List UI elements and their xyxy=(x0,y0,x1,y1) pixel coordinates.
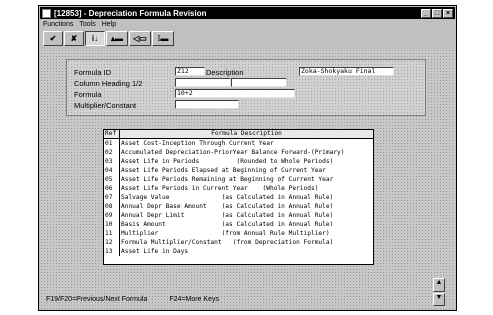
row-ref: 01 xyxy=(104,139,120,148)
multiplier-input[interactable] xyxy=(175,100,239,109)
table-row[interactable]: 06 Asset Life Periods in Current Year (Wh… xyxy=(104,184,373,193)
row-ref: 07 xyxy=(104,193,120,202)
page-up-icon[interactable]: ▲ xyxy=(433,278,445,292)
column-heading-2-input[interactable] xyxy=(231,78,287,87)
grid-header: Ref Formula Description xyxy=(104,130,373,139)
row-description: Basis Amount (as Calculated in Annual Ru… xyxy=(121,221,334,228)
table-row[interactable]: 11 Multiplier (from Annual Rule Multiplie… xyxy=(104,229,373,238)
table-row[interactable]: 13 Asset Life in Days xyxy=(104,247,373,256)
table-row[interactable]: 03 Asset Life in Periods (Rounded to Whol… xyxy=(104,157,373,166)
cancel-x-icon[interactable]: ✘ xyxy=(64,31,84,46)
table-row[interactable]: 10 Basis Amount (as Calculated in Annual … xyxy=(104,220,373,229)
table-row[interactable]: 09 Annual Depr Limit (as Calculated in An… xyxy=(104,211,373,220)
clear-icon[interactable]: ⁞▬ xyxy=(152,31,174,46)
toolbar: ✔ ✘ i↓ ▴▬ ◁▭ ⁞▬ xyxy=(43,31,174,47)
formula-input[interactable]: 10+2 xyxy=(175,89,295,98)
row-description: Asset Life Periods Elapsed at Beginning … xyxy=(121,167,326,174)
row-description: Asset Life Periods Remaining at Beginnin… xyxy=(121,176,334,183)
grid-body: 01 Asset Cost-Inception Through Current Y… xyxy=(104,139,373,256)
app-icon[interactable] xyxy=(42,8,51,18)
row-ref: 05 xyxy=(104,175,120,184)
row-description: Asset Life in Periods (Rounded to Whole … xyxy=(121,158,334,165)
row-ref: 12 xyxy=(104,238,120,247)
description-input[interactable]: Zoka-Shokyaku Final xyxy=(299,67,394,76)
row-ref: 13 xyxy=(104,247,120,256)
menu-functions[interactable]: Functions xyxy=(43,21,73,28)
menu-bar: Functions Tools Help xyxy=(40,19,455,30)
change-icon[interactable]: ◁▭ xyxy=(129,31,151,46)
row-ref: 03 xyxy=(104,157,120,166)
row-ref: 08 xyxy=(104,202,120,211)
table-row[interactable]: 02 Accumulated Depreciation-PriorYear Bal… xyxy=(104,148,373,157)
add-icon[interactable]: ▴▬ xyxy=(106,31,128,46)
table-row[interactable]: 12 Formula Multiplier/Constant (from Depr… xyxy=(104,238,373,247)
table-row[interactable]: 05 Asset Life Periods Remaining at Beginn… xyxy=(104,175,373,184)
row-ref: 04 xyxy=(104,166,120,175)
row-description: Asset Life in Days xyxy=(121,248,189,255)
row-ref: 02 xyxy=(104,148,120,157)
page-scroll: ▲ ▼ xyxy=(433,278,445,306)
table-row[interactable]: 01 Asset Cost-Inception Through Current Y… xyxy=(104,139,373,148)
formula-description-grid: Ref Formula Description 01 Asset Cost-Inc… xyxy=(103,129,374,265)
description-label: Description xyxy=(206,68,244,77)
table-row[interactable]: 04 Asset Life Periods Elapsed at Beginnin… xyxy=(104,166,373,175)
title-bar[interactable]: [12853] - Depreciation Formula Revision … xyxy=(40,7,455,19)
maximize-icon[interactable]: □ xyxy=(432,8,442,18)
page-down-icon[interactable]: ▼ xyxy=(433,292,445,306)
status-bar: F19/F20=Previous/Next Formula F24=More K… xyxy=(44,294,436,305)
row-ref: 09 xyxy=(104,211,120,220)
menu-help[interactable]: Help xyxy=(102,21,116,28)
ok-check-icon[interactable]: ✔ xyxy=(43,31,63,46)
row-ref: 10 xyxy=(104,220,120,229)
row-ref: 06 xyxy=(104,184,120,193)
client-area: Formula ID Z12 Description Zoka-Shokyaku… xyxy=(40,49,455,309)
row-description: Annual Depr Base Amount (as Calculated i… xyxy=(121,203,334,210)
status-prev-next: F19/F20=Previous/Next Formula xyxy=(46,296,148,303)
window-title: [12853] - Depreciation Formula Revision xyxy=(54,8,207,18)
inquire-icon[interactable]: i↓ xyxy=(85,31,105,46)
ref-column-header[interactable]: Ref xyxy=(104,130,120,138)
multiplier-label: Multiplier/Constant xyxy=(74,101,137,110)
row-description: Accumulated Depreciation-PriorYear Balan… xyxy=(121,149,345,156)
menu-tools[interactable]: Tools xyxy=(79,21,95,28)
header-form: Formula ID Z12 Description Zoka-Shokyaku… xyxy=(66,59,426,116)
column-heading-1-input[interactable] xyxy=(175,78,231,87)
status-more-keys: F24=More Keys xyxy=(169,296,219,303)
formula-label: Formula xyxy=(74,90,102,99)
app-window: [12853] - Depreciation Formula Revision … xyxy=(38,5,457,311)
minimize-icon[interactable]: _ xyxy=(421,8,431,18)
row-description: Salvage Value (as Calculated in Annual R… xyxy=(121,194,334,201)
column-heading-label: Column Heading 1/2 xyxy=(74,79,143,88)
table-row[interactable]: 08 Annual Depr Base Amount (as Calculated… xyxy=(104,202,373,211)
formula-id-input[interactable]: Z12 xyxy=(175,67,205,76)
table-row[interactable]: 07 Salvage Value (as Calculated in Annual… xyxy=(104,193,373,202)
close-icon[interactable]: × xyxy=(443,8,453,18)
formula-id-label: Formula ID xyxy=(74,68,112,77)
row-description: Formula Multiplier/Constant (from Deprec… xyxy=(121,239,334,246)
row-description: Asset Cost-Inception Through Current Yea… xyxy=(121,140,274,147)
row-description: Annual Depr Limit (as Calculated in Annu… xyxy=(121,212,334,219)
row-description: Asset Life Periods in Current Year (Whol… xyxy=(121,185,319,192)
row-description: Multiplier (from Annual Rule Multiplier) xyxy=(121,230,330,237)
description-column-header[interactable]: Formula Description xyxy=(120,130,373,138)
row-ref: 11 xyxy=(104,229,120,238)
